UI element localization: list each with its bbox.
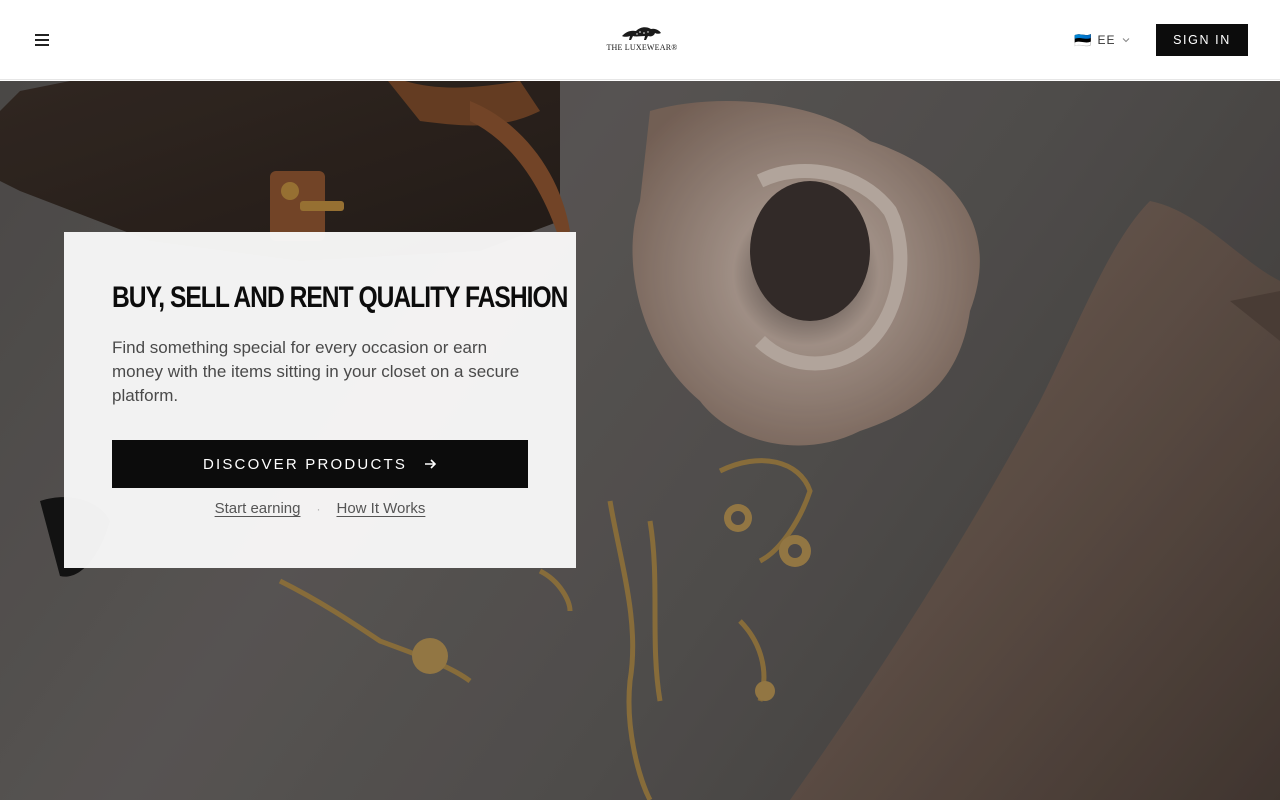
hero-section: BUY, SELL AND RENT QUALITY FASHION Find … xyxy=(0,81,1280,800)
how-it-works-link[interactable]: How It Works xyxy=(336,500,425,517)
menu-icon[interactable] xyxy=(32,30,52,50)
chevron-down-icon xyxy=(1123,38,1130,43)
logo-text: THE LUXEWEAR® xyxy=(606,43,678,52)
start-earning-link[interactable]: Start earning xyxy=(215,500,301,517)
sign-in-button[interactable]: SIGN IN xyxy=(1156,24,1248,56)
hero-secondary-links: Start earning · How It Works xyxy=(112,500,528,517)
language-code: EE xyxy=(1097,33,1116,47)
logo[interactable]: THE LUXEWEAR® xyxy=(604,24,680,58)
leopard-logo-icon xyxy=(622,27,661,40)
discover-products-label: DISCOVER PRODUCTS xyxy=(202,455,408,473)
hero-card: BUY, SELL AND RENT QUALITY FASHION Find … xyxy=(64,232,576,568)
site-header: THE LUXEWEAR® 🇪🇪 EE SIGN IN xyxy=(0,0,1280,80)
hero-title: BUY, SELL AND RENT QUALITY FASHION xyxy=(112,281,568,314)
estonia-flag-icon: 🇪🇪 xyxy=(1074,31,1092,48)
arrow-right-icon xyxy=(425,459,437,469)
discover-products-button[interactable]: DISCOVER PRODUCTS xyxy=(112,440,528,488)
language-selector[interactable]: 🇪🇪 EE xyxy=(1074,30,1131,50)
hero-description: Find something special for every occasio… xyxy=(112,338,520,405)
link-separator: · xyxy=(316,501,321,516)
